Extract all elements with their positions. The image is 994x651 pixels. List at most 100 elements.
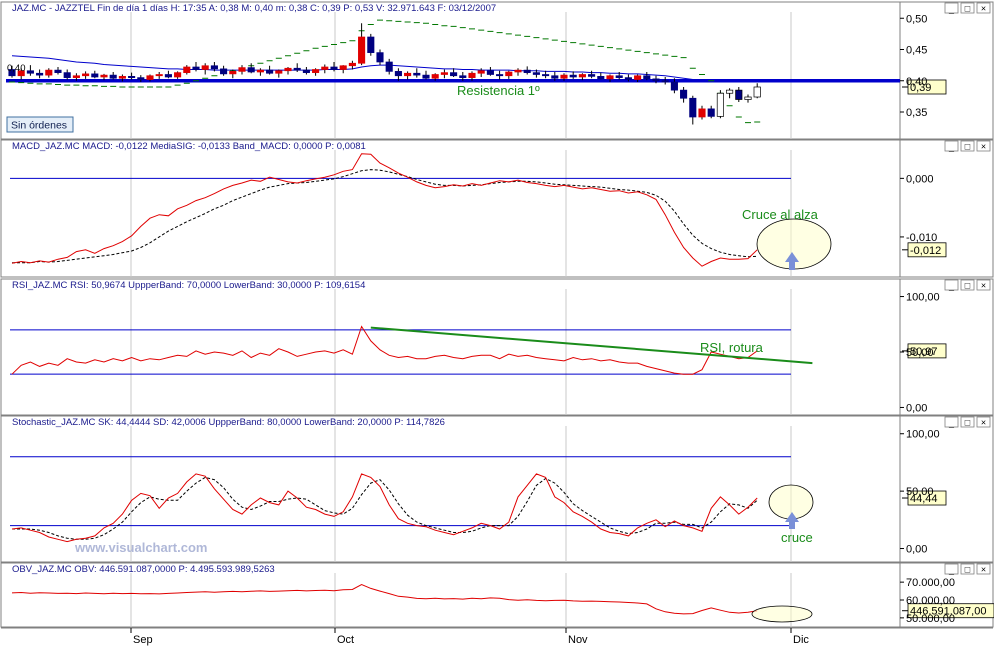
header-value: RSI: 50,9674 — [67, 280, 125, 291]
y-tick-label: 0,000 — [906, 173, 934, 185]
candle-body — [652, 78, 660, 82]
candle-body — [358, 36, 366, 64]
candle-body — [615, 75, 623, 78]
candle-body — [266, 69, 274, 74]
candle-body — [54, 69, 62, 73]
y-tick-label: 100,00 — [906, 429, 940, 441]
watermark: www.visualchart.com — [74, 540, 207, 555]
candle-body — [238, 67, 246, 72]
header-value: P: 114,7826 — [392, 417, 445, 428]
x-tick-label: Nov — [568, 634, 588, 646]
window-button-glyph: × — [981, 281, 986, 291]
candle-body — [312, 69, 320, 73]
candle-body — [210, 65, 218, 70]
candle-body — [339, 65, 347, 70]
candle-body — [293, 67, 301, 71]
candle-body — [100, 74, 108, 78]
indicator-name: RSI_JAZ.MC — [12, 280, 68, 291]
candle-body — [523, 69, 531, 73]
header-value: P: 0,0081 — [323, 141, 366, 152]
window-button-glyph: × — [981, 4, 986, 14]
header-value: P: 4.495.593.989,5263 — [176, 564, 275, 575]
header-value: P: 0,53 — [341, 3, 374, 14]
candle-body — [229, 71, 237, 75]
candle-body — [118, 76, 126, 79]
window-button-glyph: □ — [965, 4, 971, 14]
candle-body — [753, 86, 761, 98]
window-button-glyph: □ — [965, 281, 971, 291]
header-value: OBV: 446.591.087,0000 — [72, 564, 176, 575]
annotation-cruce: cruce — [781, 530, 813, 545]
panel-header-price: JAZ.MC - JAZZTEL Fin de día 1 días H: 17… — [12, 3, 496, 14]
candle-body — [284, 67, 292, 72]
header-value: UppperBand: 70,0000 — [126, 280, 222, 291]
candle-body — [661, 80, 669, 83]
candle-body — [45, 69, 53, 76]
y-tick-label: 0,00 — [906, 544, 927, 556]
y-tick-label: 0,45 — [906, 45, 927, 57]
candle-body — [220, 68, 228, 75]
candle-body — [146, 75, 154, 80]
candle-body — [422, 74, 430, 79]
last-value-label: 0,39 — [910, 82, 931, 94]
candle-body — [569, 74, 577, 78]
y-tick-label: -0,010 — [906, 232, 937, 244]
candle-body — [413, 72, 421, 76]
header-value: SD: 42,0006 — [150, 417, 205, 428]
window-button-glyph: _ — [948, 565, 955, 575]
window-button-glyph: _ — [948, 418, 955, 428]
header-value: A: 0,38 — [207, 3, 239, 14]
header-value: F: 03/12/2007 — [435, 3, 496, 14]
y-tick-label: 0,00 — [906, 402, 927, 414]
candle-body — [385, 61, 393, 72]
window-button-glyph: × — [981, 418, 986, 428]
candle-body — [624, 77, 632, 80]
candle-body — [256, 69, 264, 73]
candle-body — [496, 74, 504, 77]
candle-body — [716, 92, 724, 117]
candle-body — [597, 76, 605, 80]
highlight-ellipse-obv — [751, 605, 813, 623]
header-value: Band_MACD: 0,0000 — [230, 141, 322, 152]
header-value: m: 0,38 — [273, 3, 307, 14]
candle-body — [330, 66, 338, 70]
last-value-label: 50,97 — [910, 346, 938, 358]
y-tick-label: 70.000,00 — [906, 577, 955, 589]
candle-body — [542, 74, 550, 77]
indicator-name: JAZ.MC - JAZZTEL — [12, 3, 95, 14]
candle-body — [606, 75, 614, 80]
panel-header-obv: OBV_JAZ.MC OBV: 446.591.087,0000 P: 4.49… — [12, 564, 275, 575]
candle-body — [394, 71, 402, 77]
panel-header-macd: MACD_JAZ.MC MACD: -0,0122 MediaSIG: -0,0… — [12, 141, 366, 152]
header-value: Fin de día 1 días — [95, 3, 169, 14]
candle-body — [634, 75, 642, 80]
candle-body — [82, 73, 90, 77]
header-value: UppperBand: 80,0000 — [206, 417, 302, 428]
header-value: LowerBand: 20,0000 — [301, 417, 391, 428]
candle-body — [155, 74, 163, 77]
last-value-label: 44,44 — [910, 493, 938, 505]
candle-body — [302, 69, 310, 73]
candle-body — [201, 65, 209, 70]
candle-body — [183, 66, 191, 73]
candle-body — [477, 70, 485, 74]
candle-body — [440, 72, 448, 75]
candle-body — [26, 70, 34, 74]
last-value-label: 446.591.087,00 — [910, 606, 986, 618]
indicator-name: OBV_JAZ.MC — [12, 564, 72, 575]
candle-body — [91, 73, 99, 78]
chart-window: JAZ.MC - JAZZTEL Fin de día 1 días H: 17… — [0, 0, 994, 646]
window-button-glyph: □ — [965, 565, 971, 575]
panel-header-stoch: Stochastic_JAZ.MC SK: 44,4444 SD: 42,000… — [12, 417, 445, 428]
candle-body — [680, 89, 688, 99]
candle-body — [670, 81, 678, 91]
candle-body — [36, 72, 44, 76]
window-button-glyph: _ — [948, 4, 955, 14]
candle-body — [744, 96, 752, 100]
candle-body — [63, 72, 71, 78]
candle-body — [468, 72, 476, 78]
window-button-glyph: □ — [965, 418, 971, 428]
annotation-resistencia: Resistencia 1º — [457, 83, 540, 98]
header-value: LowerBand: 30,0000 — [221, 280, 311, 291]
candle-body — [137, 77, 145, 80]
